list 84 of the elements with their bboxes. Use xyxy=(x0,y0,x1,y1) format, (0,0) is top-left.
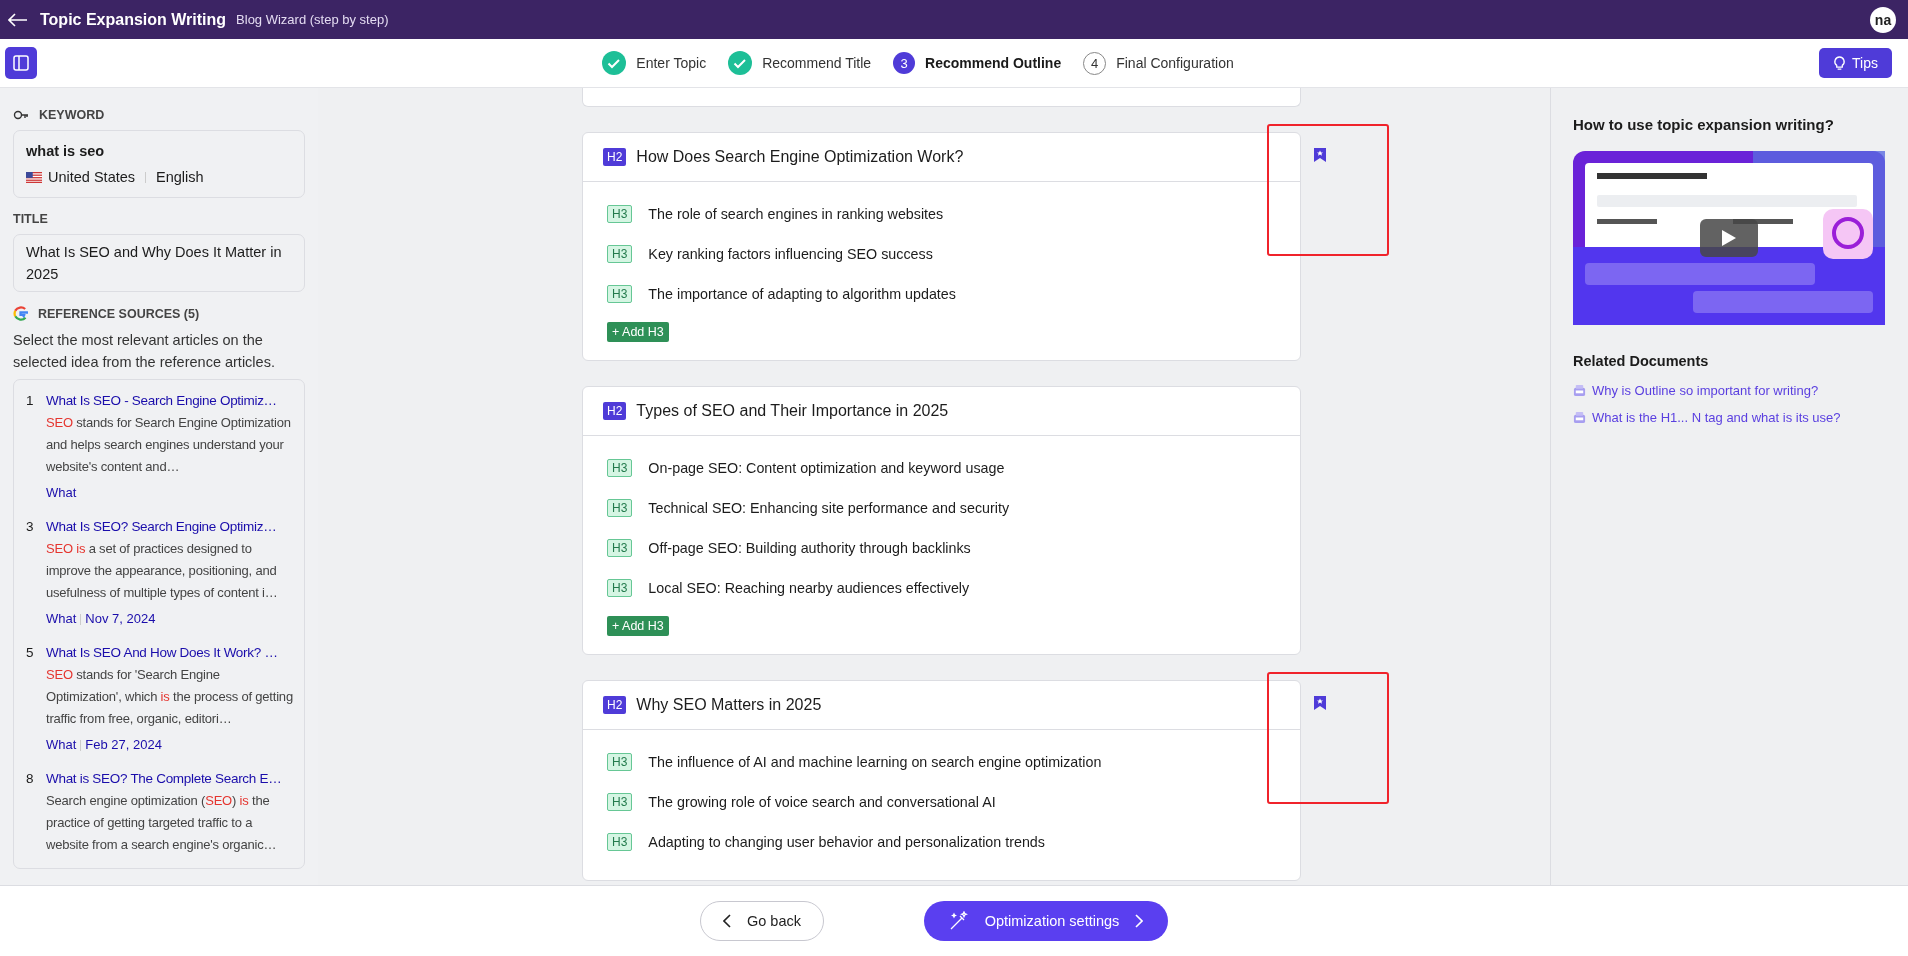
document-icon xyxy=(1573,384,1586,397)
help-title: How to use topic expansion writing? xyxy=(1573,116,1835,133)
subheading-tag: H3 xyxy=(607,245,633,263)
source-tag: What xyxy=(46,734,77,756)
subheading-tag: H3 xyxy=(607,833,633,851)
lightbulb-icon xyxy=(1833,55,1847,71)
optimization-settings-button[interactable]: Optimization settings xyxy=(924,901,1168,941)
document-icon xyxy=(1573,411,1586,424)
source-rank: 1 xyxy=(26,392,34,410)
source-link[interactable]: What Is SEO? Search Engine Optimiz… xyxy=(46,516,298,538)
section-heading[interactable]: Why SEO Matters in 2025 xyxy=(636,696,822,714)
sidebar-toggle-button[interactable] xyxy=(5,47,37,79)
page-subtitle: Blog Wizard (step by step) xyxy=(236,12,389,27)
subheading-text[interactable]: The role of search engines in ranking websites xyxy=(648,206,944,222)
subheading-tag: H3 xyxy=(607,285,633,303)
subheading-text[interactable]: Adapting to changing user behavior and personalization trends xyxy=(648,834,1045,850)
section-label: TITLE xyxy=(13,212,48,226)
sidebar-icon xyxy=(13,55,29,71)
source-date: Feb 27, 2024 xyxy=(85,736,162,754)
source-rank: 5 xyxy=(26,644,34,662)
step-label: Final Configuration xyxy=(1116,55,1234,71)
play-button[interactable] xyxy=(1700,219,1758,257)
add-h3-button[interactable]: + Add H3 xyxy=(607,322,669,342)
section-heading[interactable]: Types of SEO and Their Importance in 2025 xyxy=(636,402,949,420)
source-link[interactable]: What Is SEO - Search Engine Optimiz… xyxy=(46,390,298,412)
chevron-left-icon xyxy=(723,914,731,928)
section-label: KEYWORD xyxy=(39,108,105,122)
source-snippet: SEO stands for Search Engine Optimization and helps search engines understand your website's content and… xyxy=(46,414,292,476)
step-label: Recommend Outline xyxy=(925,55,1062,71)
flag-icon xyxy=(26,171,42,183)
subheading-tag: H3 xyxy=(607,753,633,771)
subheading-text[interactable]: The growing role of voice search and conversational AI xyxy=(648,794,996,810)
section-heading[interactable]: How Does Search Engine Optimization Work? xyxy=(636,148,964,166)
subheading-text[interactable]: Local SEO: Reaching nearby audiences effectively xyxy=(648,580,970,596)
play-icon xyxy=(1722,230,1736,246)
language-text: English xyxy=(156,169,204,185)
source-tag: What xyxy=(46,608,77,630)
source-tag: What xyxy=(46,482,77,504)
heading-tag: H2 xyxy=(603,696,627,714)
bookmark-icon[interactable] xyxy=(1314,696,1326,710)
subheading-text[interactable]: The influence of AI and machine learning on search engine optimization xyxy=(648,754,1102,770)
step-label: Enter Topic xyxy=(636,55,707,71)
source-snippet: Search engine optimization (SEO) is the practice of getting targeted traffic to a website from a search engine's organic… xyxy=(46,792,278,854)
heading-tag: H2 xyxy=(603,148,627,166)
chevron-right-icon xyxy=(1135,914,1144,928)
source-rank: 8 xyxy=(26,770,34,788)
step-number: 3 xyxy=(893,52,916,74)
source-link[interactable]: What Is SEO And How Does It Work? … xyxy=(46,642,298,664)
country-text: United States xyxy=(48,169,136,185)
step-label: Recommend Title xyxy=(762,55,872,71)
google-icon xyxy=(13,306,28,321)
subheading-text[interactable]: The importance of adapting to algorithm updates xyxy=(648,286,956,302)
subheading-tag: H3 xyxy=(607,499,633,517)
source-link[interactable]: What is SEO? The Complete Search E… xyxy=(46,768,298,790)
source-date: Nov 7, 2024 xyxy=(85,610,156,628)
sources-hint: Select the most relevant articles on the selected idea from the reference articles. xyxy=(13,331,276,372)
section-label: REFERENCE SOURCES (5) xyxy=(38,306,200,321)
subheading-tag: H3 xyxy=(607,793,633,811)
subheading-tag: H3 xyxy=(607,579,633,597)
subheading-tag: H3 xyxy=(607,539,633,557)
add-h3-button[interactable]: + Add H3 xyxy=(607,616,669,636)
keyword-text: what is seo xyxy=(26,143,106,159)
subheading-text[interactable]: Off-page SEO: Building authority through backlinks xyxy=(648,540,971,556)
title-text: What Is SEO and Why Does It Matter in 2025 xyxy=(13,234,305,292)
back-arrow-icon[interactable] xyxy=(8,12,28,27)
bookmark-icon[interactable] xyxy=(1314,148,1326,162)
key-icon xyxy=(13,109,29,121)
source-rank: 3 xyxy=(26,518,34,536)
user-avatar[interactable]: na xyxy=(1870,6,1896,33)
subheading-text[interactable]: Key ranking factors influencing SEO success xyxy=(648,246,933,262)
related-title: Related Documents xyxy=(1573,353,1710,369)
related-link[interactable]: What is the H1... N tag and what is its use? xyxy=(1592,410,1841,425)
page-title: Topic Expansion Writing xyxy=(40,10,227,29)
tips-button[interactable]: Tips xyxy=(1819,48,1892,78)
related-link[interactable]: Why is Outline so important for writing? xyxy=(1592,383,1819,398)
source-snippet: SEO stands for 'Search Engine Optimization', which is the process of getting traffic from free, organic, editori… xyxy=(46,666,294,728)
subheading-tag: H3 xyxy=(607,205,633,223)
go-back-button[interactable]: Go back xyxy=(700,901,824,941)
magic-wand-icon xyxy=(948,911,969,931)
subheading-text[interactable]: On-page SEO: Content optimization and keyword usage xyxy=(648,460,1005,476)
subheading-text[interactable]: Technical SEO: Enhancing site performance and security xyxy=(648,500,1010,516)
source-snippet: SEO is a set of practices designed to improve the appearance, positioning, and usefulness of multiple types of content i… xyxy=(46,540,279,602)
subheading-tag: H3 xyxy=(607,459,633,477)
heading-tag: H2 xyxy=(603,402,627,420)
